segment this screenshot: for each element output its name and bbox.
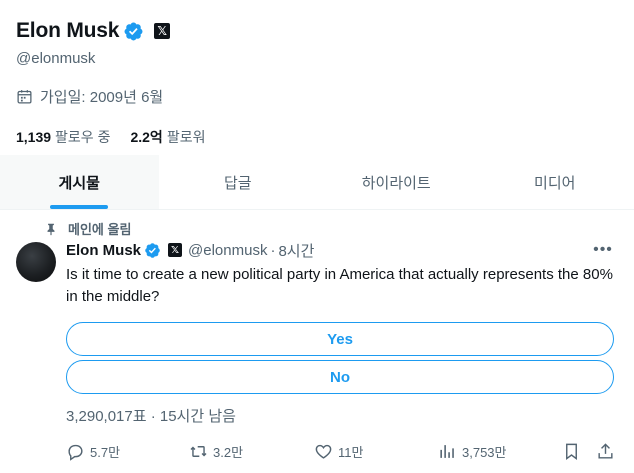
reply-icon <box>68 444 83 461</box>
repost-count: 3.2만 <box>213 444 244 460</box>
pin-icon <box>44 222 58 236</box>
followers-link[interactable]: 2.2억 팔로워 <box>130 127 205 147</box>
heart-icon <box>315 444 332 459</box>
views-button[interactable]: 3,753만 <box>438 442 507 461</box>
reply-button[interactable]: 5.7만 <box>66 442 120 461</box>
post-author-name[interactable]: Elon Musk <box>66 242 141 259</box>
tab-highlights[interactable]: 하이라이트 <box>317 155 476 209</box>
profile-display-name: Elon Musk <box>16 19 120 42</box>
bookmark-icon <box>566 443 577 460</box>
post-actions: 5.7만 3.2만 11만 3,753만 <box>66 440 620 462</box>
poll-option-no[interactable]: No <box>66 360 614 394</box>
post-header: Elon Musk 𝕏 @elonmusk · 8시간 ••• <box>66 239 618 261</box>
follow-stats: 1,139 팔로우 중 2.2억 팔로워 <box>16 127 634 147</box>
tab-media[interactable]: 미디어 <box>476 155 634 209</box>
post-text: Is it time to create a new political par… <box>66 266 613 305</box>
profile-handle: @elonmusk <box>16 50 96 67</box>
pinned-indicator: 메인에 올림 <box>44 219 131 238</box>
views-count: 3,753만 <box>462 444 507 460</box>
profile-name-row: Elon Musk 𝕏 <box>16 16 634 46</box>
post-author-handle[interactable]: @elonmusk <box>188 242 267 259</box>
more-options-icon[interactable]: ••• <box>592 241 614 259</box>
analytics-icon <box>440 444 454 458</box>
x-affiliation-icon[interactable]: 𝕏 <box>168 243 183 257</box>
share-button[interactable] <box>596 442 620 461</box>
tab-replies[interactable]: 답글 <box>159 155 318 209</box>
bookmark-button[interactable] <box>562 442 586 461</box>
reply-count: 5.7만 <box>90 444 121 460</box>
tab-posts[interactable]: 게시물 <box>0 155 159 209</box>
poll-meta: 3,290,017표 · 15시간 남음 <box>66 408 236 425</box>
repost-button[interactable]: 3.2만 <box>189 442 243 461</box>
profile-header: Elon Musk 𝕏 @elonmusk 가입일: 2009년 6월 1,13… <box>16 16 634 147</box>
followers-count: 2.2억 <box>130 129 163 145</box>
pinned-post[interactable]: 메인에 올림 Elon Musk 𝕏 @elonmusk · 8시간 ••• I… <box>0 211 634 473</box>
like-button[interactable]: 11만 <box>314 442 363 461</box>
repost-icon <box>190 445 207 457</box>
following-label: 팔로우 중 <box>55 129 111 145</box>
post-timestamp[interactable]: 8시간 <box>278 240 314 261</box>
following-link[interactable]: 1,139 팔로우 중 <box>16 127 110 147</box>
following-count: 1,139 <box>16 129 52 145</box>
calendar-icon <box>16 88 33 105</box>
verified-badge-icon[interactable] <box>144 242 161 259</box>
verified-badge-icon[interactable] <box>123 21 144 42</box>
avatar[interactable] <box>16 242 56 282</box>
separator-dot: · <box>270 241 276 259</box>
pinned-label: 메인에 올림 <box>68 222 132 237</box>
joined-text: 가입일: 2009년 6월 <box>40 89 164 106</box>
profile-joined: 가입일: 2009년 6월 <box>16 86 634 107</box>
like-count: 11만 <box>338 444 364 460</box>
profile-tabs: 게시물 답글 하이라이트 미디어 <box>0 155 634 210</box>
poll-option-yes[interactable]: Yes <box>66 322 614 356</box>
followers-label: 팔로워 <box>166 129 206 145</box>
share-icon <box>598 442 613 459</box>
post-body: Elon Musk 𝕏 @elonmusk · 8시간 ••• Is it ti… <box>66 239 618 426</box>
x-affiliation-icon[interactable]: 𝕏 <box>154 23 171 39</box>
poll: Yes No 3,290,017표 · 15시간 남음 <box>66 322 618 426</box>
